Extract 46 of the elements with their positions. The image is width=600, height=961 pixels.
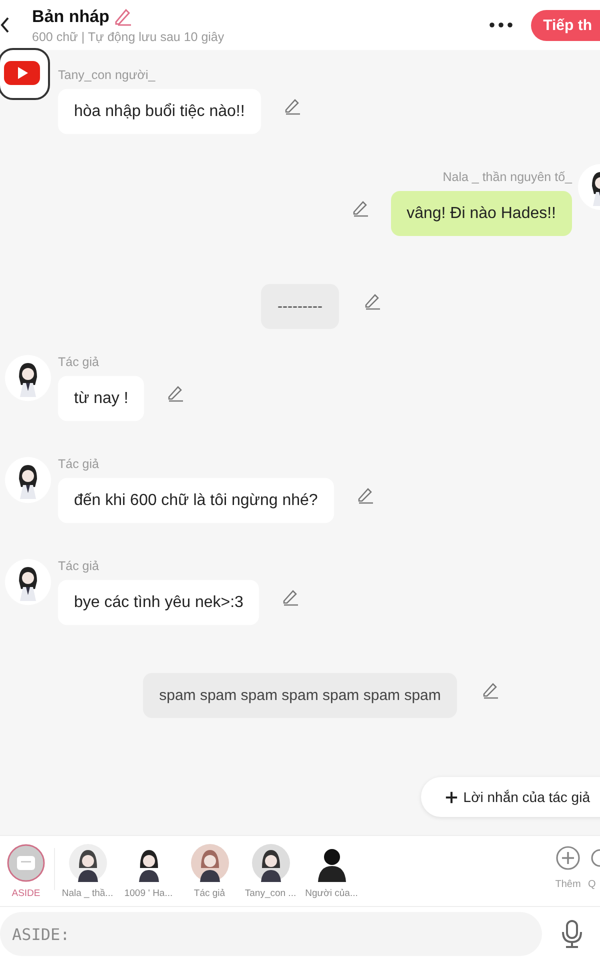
message-bubble: đến khi 600 chữ là tôi ngừng nhé?	[58, 478, 334, 523]
pencil-icon[interactable]	[356, 486, 374, 504]
video-play-icon[interactable]	[0, 48, 50, 100]
pencil-icon[interactable]	[480, 681, 499, 699]
sender-name: Nala _ thần nguyên tố_	[442, 170, 572, 184]
sender-name: Tany_con người_	[58, 68, 156, 82]
message-bubble: vâng! Đi nào Hades!!	[390, 191, 572, 236]
sender-name: Tác giả	[58, 457, 100, 471]
message-bubble: hòa nhập buổi tiệc nào!!	[58, 89, 261, 134]
avatar-figure	[5, 457, 51, 503]
character-chip[interactable]: Nala _ thầ...	[57, 844, 118, 899]
pencil-icon[interactable]	[350, 199, 369, 217]
sender-name: Tác giả	[58, 355, 100, 369]
microphone-icon[interactable]	[562, 920, 582, 948]
author-note-button[interactable]: Lời nhắn của tác giả	[421, 777, 600, 817]
narration-bubble: spam spam spam spam spam spam spam	[143, 673, 457, 718]
sender-name: Tác giả	[58, 559, 100, 573]
avatar-figure	[252, 844, 290, 882]
character-chip[interactable]: Tany_con ...	[240, 844, 301, 899]
pencil-icon[interactable]	[113, 6, 134, 26]
avatar-figure	[5, 355, 51, 401]
message-input[interactable]: ASIDE:	[0, 912, 542, 956]
character-chip[interactable]: Tác giả	[179, 844, 240, 899]
back-icon[interactable]	[0, 17, 10, 33]
message-bubble: bye các tình yêu nek>:3	[58, 580, 260, 625]
pencil-icon[interactable]	[166, 384, 184, 402]
character-chip[interactable]: 1009 ' Ha...	[118, 844, 179, 899]
message-bubble: từ nay !	[58, 376, 144, 421]
add-icon	[556, 846, 580, 870]
next-button[interactable]: Tiếp th	[531, 10, 600, 40]
toolbar-action[interactable]: Thêm	[548, 844, 588, 890]
plus-icon	[445, 790, 458, 804]
character-chip[interactable]: Người của...	[301, 844, 362, 899]
character-chip[interactable]: ASIDE	[0, 844, 52, 899]
narrator-icon	[7, 844, 45, 882]
page-title: Bản nháp	[32, 6, 110, 26]
pencil-icon[interactable]	[281, 588, 300, 606]
avatar-figure	[190, 844, 228, 882]
narration-bubble: ---------	[261, 284, 339, 329]
more-icon[interactable]	[489, 22, 514, 28]
toolbar-action[interactable]: Q	[588, 844, 600, 890]
pencil-icon[interactable]	[282, 97, 301, 115]
avatar-figure	[68, 844, 106, 882]
pencil-icon[interactable]	[363, 292, 381, 310]
avatar-figure	[5, 559, 51, 605]
word-count-status: 600 chữ | Tự động lưu sau 10 giây	[32, 30, 224, 44]
